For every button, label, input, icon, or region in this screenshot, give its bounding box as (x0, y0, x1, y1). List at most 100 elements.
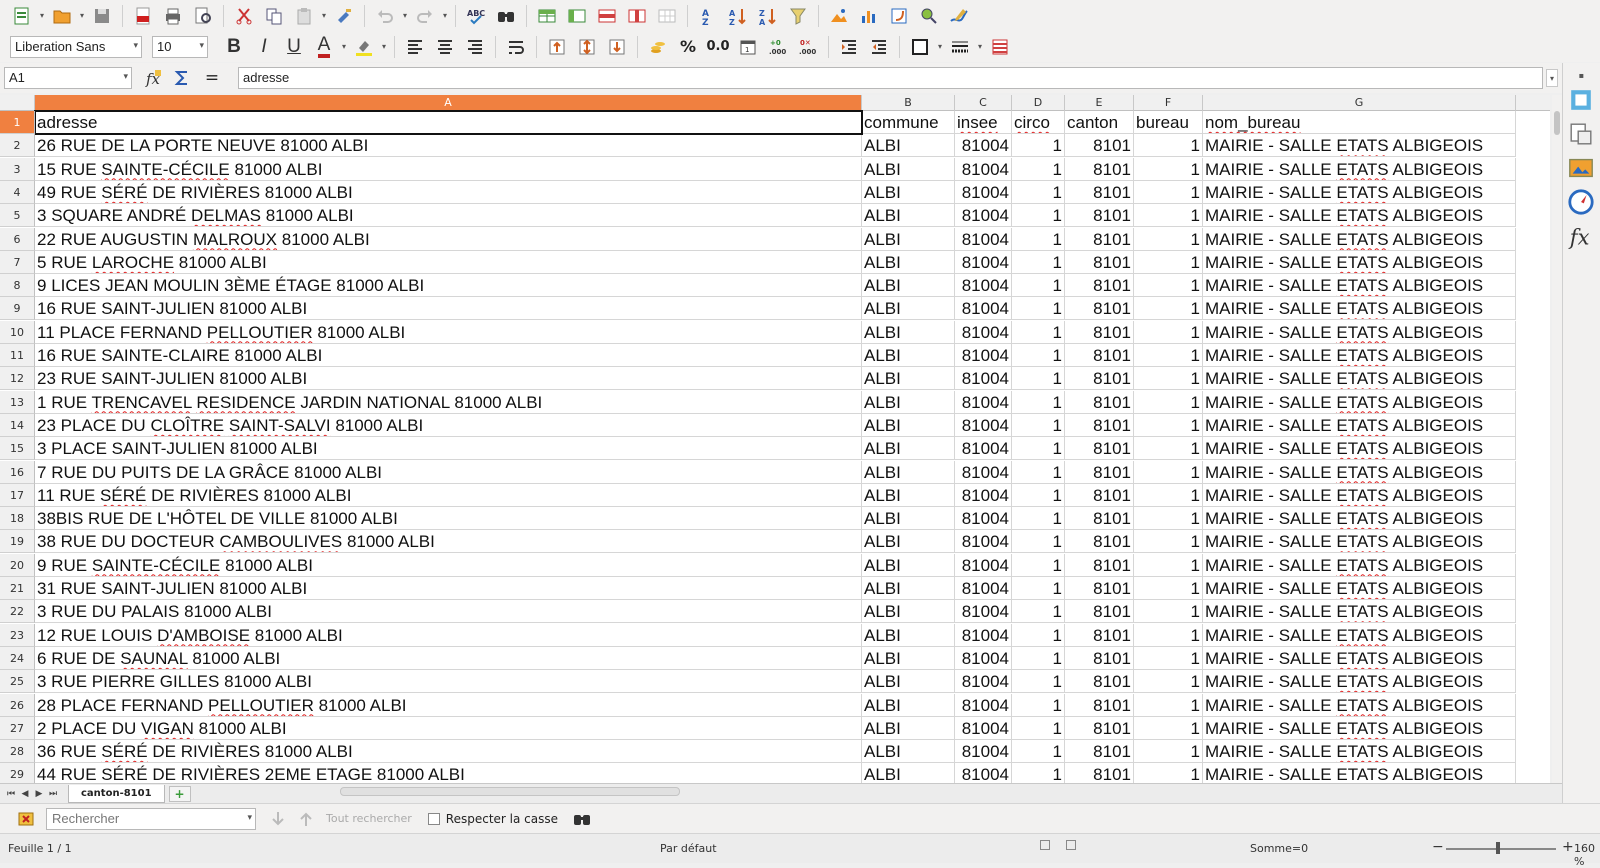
table-cell[interactable]: 38BIS RUE DE L'HÔTEL DE VILLE 81000 ALBI (35, 507, 862, 531)
table-cell[interactable]: MAIRIE - SALLE ETATS ALBIGEOIS (1203, 274, 1516, 298)
sheet-tab[interactable]: canton-8101 (68, 784, 165, 803)
autofilter-icon[interactable] (784, 3, 812, 29)
header-cell[interactable]: insee (955, 111, 1012, 134)
table-cell[interactable]: 1 (1134, 577, 1203, 600)
table-cell[interactable]: MAIRIE - SALLE ETATS ALBIGEOIS (1203, 646, 1516, 670)
align-bottom-icon[interactable] (603, 34, 631, 60)
table-cell[interactable]: 1 (1134, 530, 1203, 554)
draw-icon[interactable] (945, 3, 973, 29)
undo-dropdown-icon[interactable]: ▾ (401, 11, 409, 20)
table-cell[interactable]: MAIRIE - SALLE ETATS ALBIGEOIS (1203, 413, 1516, 437)
zoom-level[interactable]: 160 % (1574, 842, 1600, 868)
print-icon[interactable] (159, 3, 187, 29)
table-cell[interactable]: ALBI (862, 227, 955, 251)
row-header[interactable]: 18 (0, 507, 35, 531)
row-header[interactable]: 12 (0, 367, 35, 391)
expand-formula-icon[interactable]: ▾ (1546, 69, 1558, 87)
table-cell[interactable]: 11 RUE SÉRÉ DE RIVIÈRES 81000 ALBI (35, 483, 862, 507)
open-folder-icon[interactable] (48, 3, 76, 29)
table-cell[interactable]: 23 PLACE DU CLOÎTRE SAINT-SALVI 81000 AL… (35, 413, 862, 437)
column-header-a[interactable]: A (35, 95, 862, 111)
font-color-dropdown-icon[interactable]: ▾ (340, 42, 348, 51)
clone-formatting-icon[interactable] (330, 3, 358, 29)
table-cell[interactable]: 1 (1134, 390, 1203, 414)
table-cell[interactable]: 1 (1012, 390, 1065, 414)
table-cell[interactable]: 1 (1012, 716, 1065, 740)
table-cell[interactable]: 31 RUE SAINT-JULIEN 81000 ALBI (35, 577, 862, 600)
table-cell[interactable]: ALBI (862, 250, 955, 274)
select-all-corner[interactable] (0, 95, 35, 111)
table-cell[interactable]: MAIRIE - SALLE ETATS ALBIGEOIS (1203, 600, 1516, 624)
spreadsheet-grid[interactable]: ABCDEFG adresse commune insee circo canton bu… (0, 95, 1550, 783)
cut-icon[interactable] (230, 3, 258, 29)
table-cell[interactable]: 1 (1134, 320, 1203, 344)
table-cell[interactable]: ALBI (862, 157, 955, 181)
styles-icon[interactable] (1567, 120, 1595, 148)
table-cell[interactable]: 8101 (1065, 530, 1134, 554)
table-cell[interactable]: ALBI (862, 320, 955, 344)
table-cell[interactable]: 22 RUE AUGUSTIN MALROUX 81000 ALBI (35, 227, 862, 251)
next-sheet-icon[interactable]: ▶ (32, 786, 46, 802)
table-cell[interactable]: 38 RUE DU DOCTEUR CAMBOULIVES 81000 ALBI (35, 530, 862, 554)
row-header[interactable]: 1 (0, 111, 35, 134)
merge-cells-icon[interactable] (653, 3, 681, 29)
center-vertically-icon[interactable] (573, 34, 601, 60)
row-header[interactable]: 26 (0, 693, 35, 717)
table-cell[interactable]: 8101 (1065, 577, 1134, 600)
table-cell[interactable]: MAIRIE - SALLE ETATS ALBIGEOIS (1203, 320, 1516, 344)
table-cell[interactable]: 8101 (1065, 134, 1134, 158)
table-cell[interactable]: 1 (1012, 507, 1065, 531)
last-sheet-icon[interactable]: ⏭ (46, 786, 60, 802)
table-cell[interactable]: MAIRIE - SALLE ETATS ALBIGEOIS (1203, 553, 1516, 577)
new-dropdown-icon[interactable]: ▾ (38, 11, 46, 20)
table-cell[interactable]: 81004 (955, 483, 1012, 507)
align-top-icon[interactable] (543, 34, 571, 60)
search-input[interactable]: Rechercher ▾ (46, 807, 256, 830)
table-cell[interactable]: MAIRIE - SALLE ETATS ALBIGEOIS (1203, 390, 1516, 414)
table-cell[interactable]: 1 (1134, 460, 1203, 484)
table-cell[interactable]: ALBI (862, 134, 955, 158)
column-header-e[interactable]: E (1065, 95, 1134, 111)
font-color-button[interactable]: A (310, 34, 338, 60)
table-cell[interactable]: 81004 (955, 553, 1012, 577)
table-cell[interactable]: MAIRIE - SALLE ETATS ALBIGEOIS (1203, 693, 1516, 717)
column-header-f[interactable]: F (1134, 95, 1203, 111)
spellcheck-icon[interactable]: ABC (462, 3, 490, 29)
table-cell[interactable]: ALBI (862, 577, 955, 600)
table-cell[interactable]: ALBI (862, 390, 955, 414)
selection-mode-icon[interactable] (1040, 840, 1050, 850)
row-header[interactable]: 21 (0, 577, 35, 600)
row-header[interactable]: 24 (0, 646, 35, 670)
table-cell[interactable]: 1 (1012, 763, 1065, 783)
table-cell[interactable]: 1 (1134, 180, 1203, 204)
table-cell[interactable]: 1 (1012, 483, 1065, 507)
table-cell[interactable]: 1 (1012, 413, 1065, 437)
table-cell[interactable]: 81004 (955, 577, 1012, 600)
table-cell[interactable]: 8101 (1065, 460, 1134, 484)
table-cell[interactable]: ALBI (862, 740, 955, 764)
table-cell[interactable]: 1 (1012, 740, 1065, 764)
sort-descending-icon[interactable]: ZA (754, 3, 782, 29)
table-cell[interactable]: 81004 (955, 600, 1012, 624)
find-previous-icon[interactable] (292, 806, 320, 832)
table-cell[interactable]: 81004 (955, 344, 1012, 367)
table-cell[interactable]: 81004 (955, 250, 1012, 274)
row-header[interactable]: 23 (0, 623, 35, 647)
functions-icon[interactable]: fx (1567, 222, 1595, 250)
table-cell[interactable]: 9 RUE SAINTE-CÉCILE 81000 ALBI (35, 553, 862, 577)
sum-display[interactable]: Somme=0 (1250, 842, 1308, 855)
table-cell[interactable]: 9 LICES JEAN MOULIN 3ÈME ÉTAGE 81000 ALB… (35, 274, 862, 298)
table-cell[interactable]: 1 (1012, 693, 1065, 717)
table-cell[interactable]: 1 (1012, 250, 1065, 274)
table-cell[interactable]: MAIRIE - SALLE ETATS ALBIGEOIS (1203, 577, 1516, 600)
table-cell[interactable]: 1 (1134, 437, 1203, 461)
delete-columns-icon[interactable] (623, 3, 651, 29)
table-cell[interactable]: 23 RUE SAINT-JULIEN 81000 ALBI (35, 367, 862, 391)
table-cell[interactable]: 7 RUE DU PUITS DE LA GRÂCE 81000 ALBI (35, 460, 862, 484)
table-cell[interactable]: 1 (1012, 623, 1065, 647)
table-cell[interactable]: 26 RUE DE LA PORTE NEUVE 81000 ALBI (35, 134, 862, 158)
table-cell[interactable]: MAIRIE - SALLE ETATS ALBIGEOIS (1203, 623, 1516, 647)
table-cell[interactable]: 1 (1012, 180, 1065, 204)
table-cell[interactable]: MAIRIE - SALLE ETATS ALBIGEOIS (1203, 483, 1516, 507)
find-all-button[interactable]: Tout rechercher (326, 812, 412, 825)
